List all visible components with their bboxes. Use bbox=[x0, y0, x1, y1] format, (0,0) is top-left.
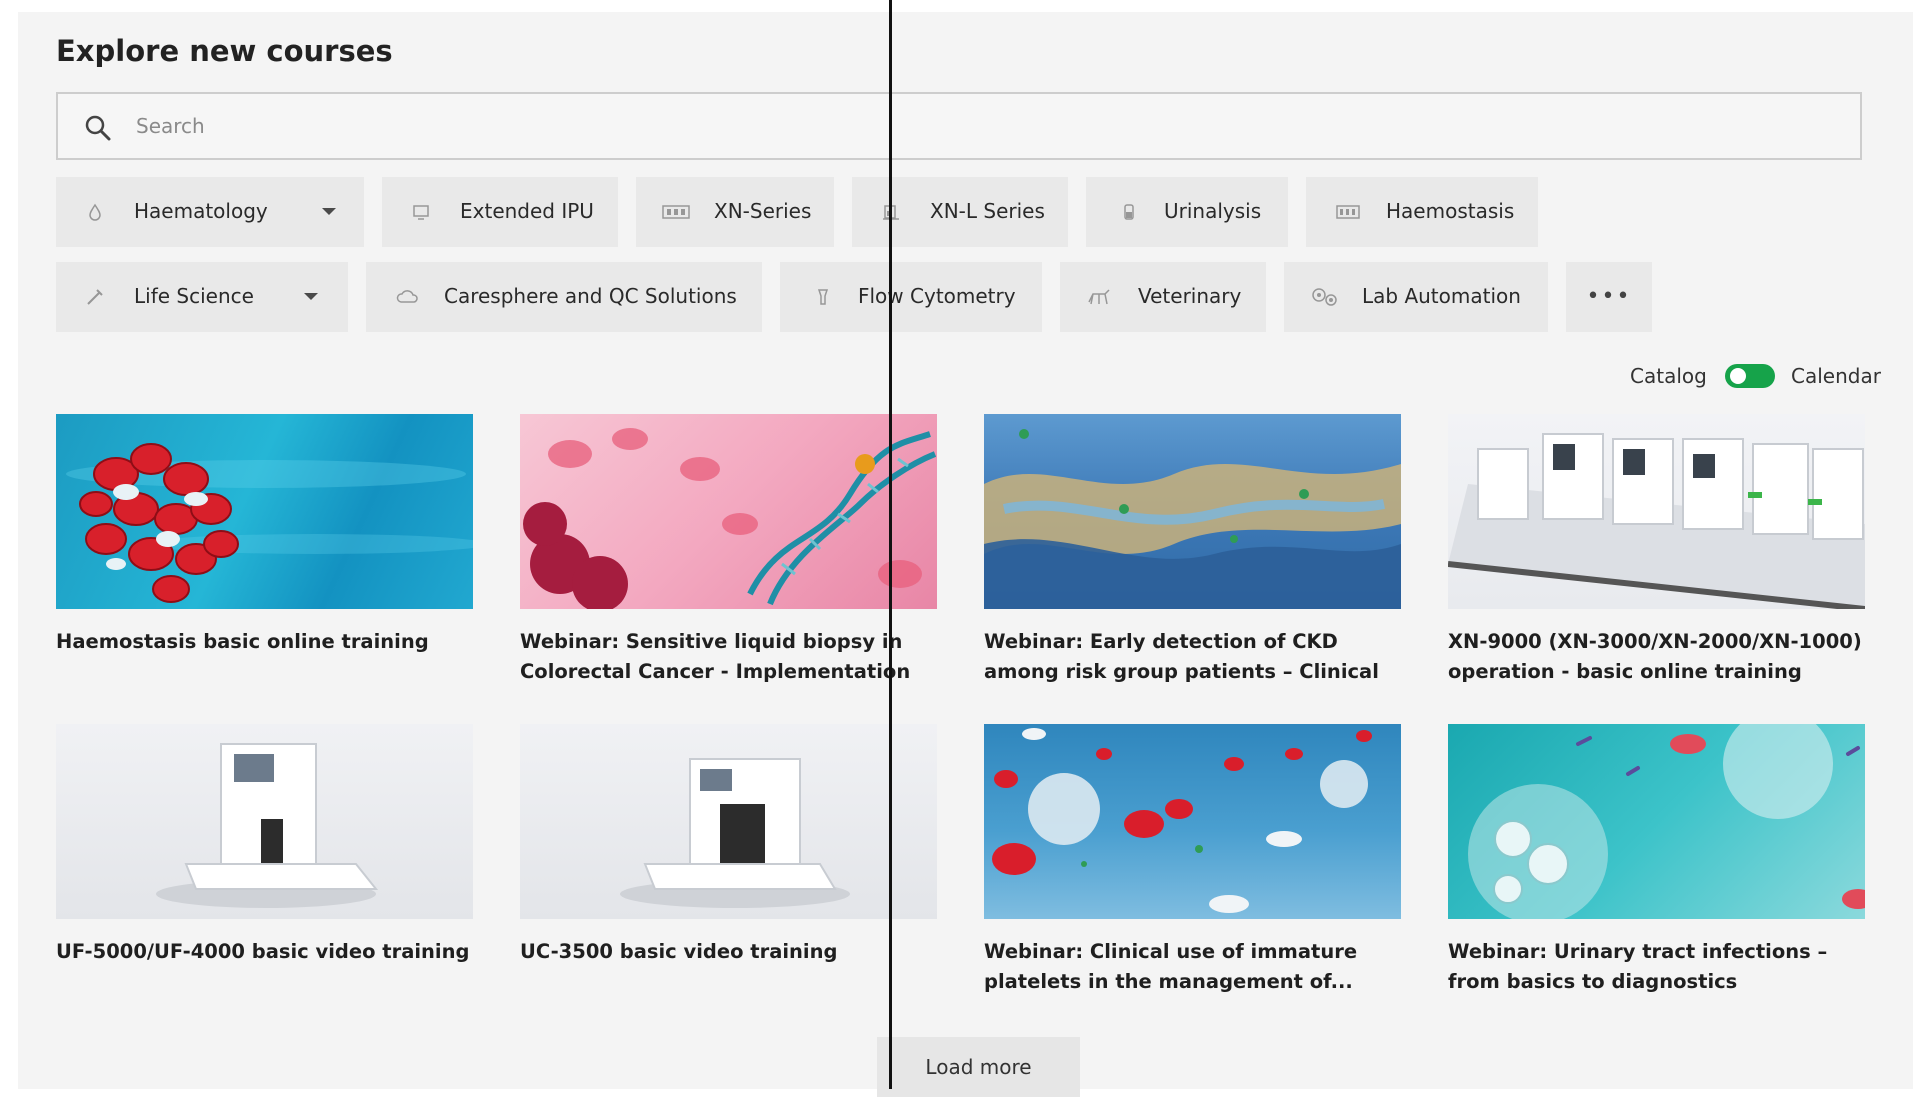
filter-caresphere[interactable]: Caresphere and QC Solutions bbox=[366, 262, 762, 332]
course-card[interactable]: Webinar: Sensitive liquid biopsy in Colo… bbox=[520, 414, 937, 687]
course-thumbnail bbox=[520, 724, 937, 919]
cytometer-icon bbox=[817, 289, 829, 305]
divider-line bbox=[889, 0, 892, 1089]
search-input[interactable]: Search bbox=[56, 92, 1862, 160]
course-thumbnail bbox=[56, 414, 473, 609]
filter-chips: Haematology Extended IPU XN-Series XN-L … bbox=[56, 177, 1876, 347]
courses-panel: Explore new courses Search Haematology E… bbox=[18, 12, 1913, 1097]
filter-label: Flow Cytometry bbox=[858, 284, 1016, 308]
course-card[interactable]: Webinar: Clinical use of immature platel… bbox=[984, 724, 1401, 997]
gears-icon bbox=[1312, 288, 1337, 306]
filter-row-2: Life Science Caresphere and QC Solutions… bbox=[56, 262, 1876, 332]
platelets-image bbox=[992, 728, 1372, 913]
page-title: Explore new courses bbox=[56, 34, 393, 68]
filter-haematology[interactable]: Haematology bbox=[56, 177, 364, 247]
filter-haemostasis[interactable]: Haemostasis bbox=[1306, 177, 1538, 247]
filter-label: Haematology bbox=[134, 199, 268, 223]
filter-urinalysis[interactable]: Urinalysis bbox=[1086, 177, 1288, 247]
filter-life-science[interactable]: Life Science bbox=[56, 262, 348, 332]
calendar-label: Calendar bbox=[1791, 364, 1881, 388]
pipette-icon bbox=[87, 289, 103, 305]
filter-label: Life Science bbox=[134, 284, 254, 308]
course-title: Haemostasis basic online training bbox=[56, 630, 429, 653]
filter-veterinary[interactable]: Veterinary bbox=[1060, 262, 1266, 332]
course-title: Webinar: Sensitive liquid biopsy in Colo… bbox=[520, 630, 911, 683]
uf-analyzer-image bbox=[156, 743, 379, 908]
filter-lab-automation[interactable]: Lab Automation bbox=[1284, 262, 1548, 332]
uc-analyzer-image bbox=[620, 758, 850, 908]
more-icon: ••• bbox=[1586, 284, 1632, 309]
kidney-tissue-image bbox=[984, 429, 1401, 609]
blood-cells-image bbox=[66, 443, 473, 603]
analyzer-icon bbox=[1336, 205, 1360, 219]
animal-icon bbox=[1088, 289, 1110, 305]
analyzer-icon bbox=[662, 205, 690, 219]
view-toggle: Catalog Calendar bbox=[1610, 362, 1881, 392]
course-thumbnail bbox=[520, 414, 937, 609]
filter-label: Urinalysis bbox=[1164, 199, 1262, 223]
course-title: Webinar: Clinical use of immature platel… bbox=[984, 940, 1358, 993]
filter-label: XN-Series bbox=[714, 199, 812, 223]
more-filters-button[interactable]: ••• bbox=[1566, 262, 1652, 332]
filter-extended-ipu[interactable]: Extended IPU bbox=[382, 177, 618, 247]
lab-analyzer-line-image bbox=[1448, 433, 1865, 609]
catalog-calendar-switch[interactable] bbox=[1725, 364, 1775, 388]
course-thumbnail bbox=[56, 724, 473, 919]
filter-label: Lab Automation bbox=[1362, 284, 1521, 308]
search-icon bbox=[85, 115, 111, 141]
filter-label: XN-L Series bbox=[930, 199, 1045, 223]
course-card[interactable]: XN-9000 (XN-3000/XN-2000/XN-1000) operat… bbox=[1448, 414, 1865, 687]
course-thumbnail bbox=[984, 724, 1401, 919]
filter-label: Caresphere and QC Solutions bbox=[444, 284, 737, 308]
course-title: Webinar: Early detection of CKD among ri… bbox=[984, 630, 1379, 683]
filter-xn-series[interactable]: XN-Series bbox=[636, 177, 834, 247]
filter-row-1: Haematology Extended IPU XN-Series XN-L … bbox=[56, 177, 1876, 247]
filter-label: Veterinary bbox=[1138, 284, 1242, 308]
course-card[interactable]: Webinar: Urinary tract infections – from… bbox=[1448, 724, 1865, 997]
cloud-icon bbox=[396, 290, 418, 303]
course-card[interactable]: UF-5000/UF-4000 basic video training bbox=[56, 724, 473, 997]
tube-icon bbox=[1124, 204, 1134, 220]
course-thumbnail bbox=[1448, 414, 1865, 609]
urinary-cells-image bbox=[1468, 724, 1865, 919]
dna-image bbox=[523, 428, 937, 609]
filter-xn-l-series[interactable]: XN-L Series bbox=[852, 177, 1068, 247]
monitor-icon bbox=[413, 205, 429, 220]
course-card[interactable]: Haemostasis basic online training bbox=[56, 414, 473, 687]
chevron-down-icon bbox=[322, 208, 336, 215]
course-card[interactable]: UC-3500 basic video training bbox=[520, 724, 937, 997]
chevron-down-icon bbox=[304, 293, 318, 300]
load-more-button[interactable]: Load more bbox=[877, 1037, 1080, 1097]
filter-flow-cytometry[interactable]: Flow Cytometry bbox=[780, 262, 1042, 332]
course-title: XN-9000 (XN-3000/XN-2000/XN-1000) operat… bbox=[1448, 630, 1862, 683]
search-placeholder: Search bbox=[136, 114, 205, 138]
course-thumbnail bbox=[984, 414, 1401, 609]
course-card[interactable]: Webinar: Early detection of CKD among ri… bbox=[984, 414, 1401, 687]
catalog-label: Catalog bbox=[1630, 364, 1707, 388]
switch-knob bbox=[1730, 368, 1746, 384]
course-title: UF-5000/UF-4000 basic video training bbox=[56, 940, 470, 963]
drop-icon bbox=[89, 203, 101, 221]
course-thumbnail bbox=[1448, 724, 1865, 919]
course-title: Webinar: Urinary tract infections – from… bbox=[1448, 940, 1828, 993]
course-title: UC-3500 basic video training bbox=[520, 940, 838, 963]
filter-label: Haemostasis bbox=[1386, 199, 1515, 223]
filter-label: Extended IPU bbox=[460, 199, 594, 223]
